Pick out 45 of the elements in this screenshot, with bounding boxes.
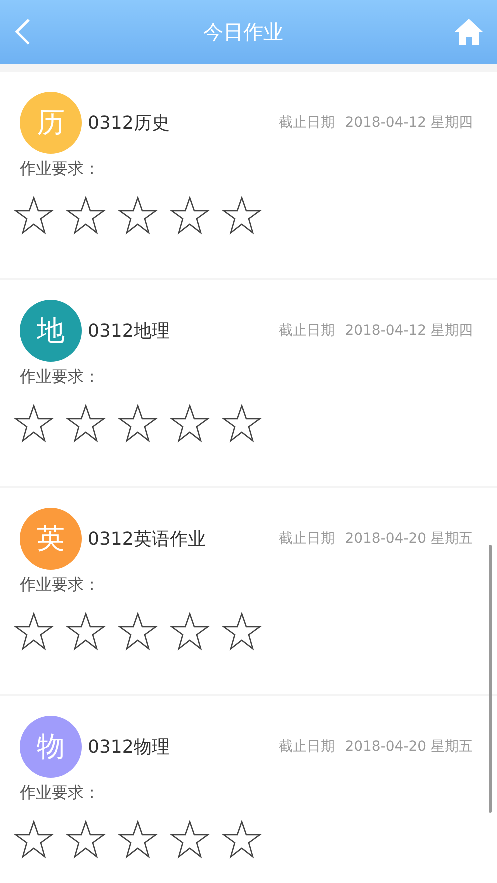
requirement-label: 作业要求： <box>20 783 101 804</box>
star-icon[interactable] <box>222 820 262 860</box>
assignment-title: 0312物理 <box>88 736 170 759</box>
star-rating[interactable] <box>14 404 262 444</box>
star-icon[interactable] <box>66 612 106 652</box>
star-icon[interactable] <box>222 404 262 444</box>
star-icon[interactable] <box>222 612 262 652</box>
deadline-date: 2018-04-12 星期四 <box>345 114 473 132</box>
deadline-label: 截止日期 <box>279 530 336 548</box>
star-icon[interactable] <box>66 196 106 236</box>
requirement-label: 作业要求： <box>20 575 101 596</box>
deadline-label: 截止日期 <box>279 738 336 756</box>
requirement-label: 作业要求： <box>20 159 101 180</box>
assignment-title: 0312英语作业 <box>88 528 206 551</box>
star-icon[interactable] <box>14 196 54 236</box>
deadline-date: 2018-04-20 星期五 <box>345 530 473 548</box>
star-icon[interactable] <box>66 820 106 860</box>
star-rating[interactable] <box>14 196 262 236</box>
star-icon[interactable] <box>222 196 262 236</box>
star-icon[interactable] <box>14 404 54 444</box>
deadline-date: 2018-04-12 星期四 <box>345 322 473 340</box>
star-icon[interactable] <box>118 612 158 652</box>
star-icon[interactable] <box>170 404 210 444</box>
star-rating[interactable] <box>14 820 262 860</box>
subject-avatar: 物 <box>20 716 82 778</box>
subject-avatar: 地 <box>20 300 82 362</box>
star-icon[interactable] <box>118 820 158 860</box>
star-icon[interactable] <box>66 404 106 444</box>
star-icon[interactable] <box>170 820 210 860</box>
star-icon[interactable] <box>118 196 158 236</box>
star-icon[interactable] <box>170 612 210 652</box>
deadline-date: 2018-04-20 星期五 <box>345 738 473 756</box>
star-icon[interactable] <box>118 404 158 444</box>
star-icon[interactable] <box>170 196 210 236</box>
assignment-title: 0312地理 <box>88 320 170 343</box>
requirement-label: 作业要求： <box>20 367 101 388</box>
assignment-title: 0312历史 <box>88 112 170 135</box>
deadline-label: 截止日期 <box>279 322 336 340</box>
star-icon[interactable] <box>14 820 54 860</box>
subject-avatar: 历 <box>20 92 82 154</box>
subject-avatar: 英 <box>20 508 82 570</box>
star-rating[interactable] <box>14 612 262 652</box>
star-icon[interactable] <box>14 612 54 652</box>
deadline-label: 截止日期 <box>279 114 336 132</box>
page-title: 今日作业 <box>204 18 284 46</box>
